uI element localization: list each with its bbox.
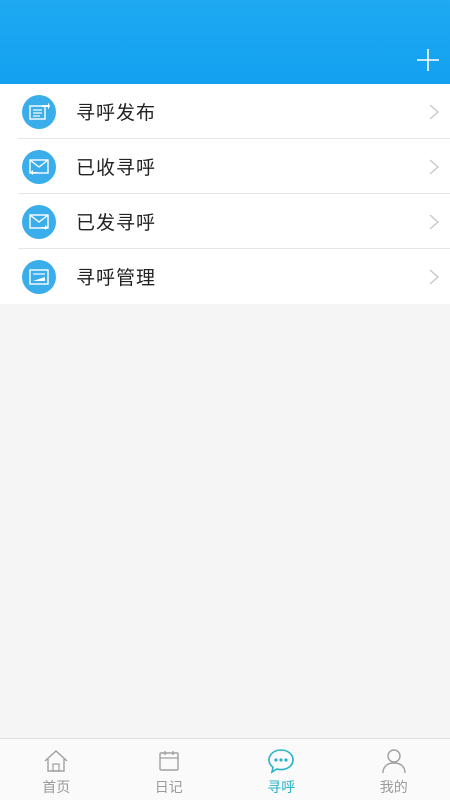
- tab-home[interactable]: 首页: [0, 739, 113, 800]
- bottom-tab-bar: 首页 日记 寻呼 我的: [0, 738, 450, 800]
- menu-item-label: 已发寻呼: [76, 212, 157, 234]
- chat-bubble-icon: [267, 747, 295, 775]
- publish-icon: [22, 94, 56, 129]
- user-icon: [380, 747, 408, 775]
- home-icon: [42, 747, 70, 775]
- tab-label: 首页: [42, 780, 71, 796]
- menu-item-sent[interactable]: 已发寻呼: [0, 194, 450, 249]
- add-button[interactable]: [414, 46, 442, 74]
- tab-label: 我的: [379, 780, 408, 796]
- header-bar: [0, 0, 450, 88]
- menu-item-label: 已收寻呼: [76, 157, 157, 179]
- tab-diary[interactable]: 日记: [113, 739, 226, 800]
- tab-label: 寻呼: [267, 780, 296, 796]
- tab-label: 日记: [154, 780, 183, 796]
- menu-item-label: 寻呼管理: [76, 267, 157, 289]
- menu-item-inbox[interactable]: 已收寻呼: [0, 139, 450, 194]
- chevron-right-icon: [429, 268, 440, 285]
- chevron-right-icon: [429, 213, 440, 230]
- menu-list: 寻呼发布 已收寻呼 已发寻呼 寻呼管理: [0, 84, 450, 304]
- chevron-right-icon: [429, 103, 440, 120]
- mail-sent-icon: [22, 204, 56, 239]
- mail-inbox-icon: [22, 149, 56, 184]
- tab-mine[interactable]: 我的: [338, 739, 450, 800]
- screen: 寻呼发布 已收寻呼 已发寻呼 寻呼管理 首页 日记 寻呼 我的: [0, 0, 450, 800]
- manage-icon: [22, 259, 56, 294]
- tab-paging[interactable]: 寻呼: [225, 739, 338, 800]
- chevron-right-icon: [429, 158, 440, 175]
- menu-item-label: 寻呼发布: [76, 102, 157, 124]
- calendar-icon: [155, 747, 183, 775]
- menu-item-manage[interactable]: 寻呼管理: [0, 249, 450, 304]
- plus-icon: [417, 49, 439, 71]
- menu-item-publish[interactable]: 寻呼发布: [0, 84, 450, 139]
